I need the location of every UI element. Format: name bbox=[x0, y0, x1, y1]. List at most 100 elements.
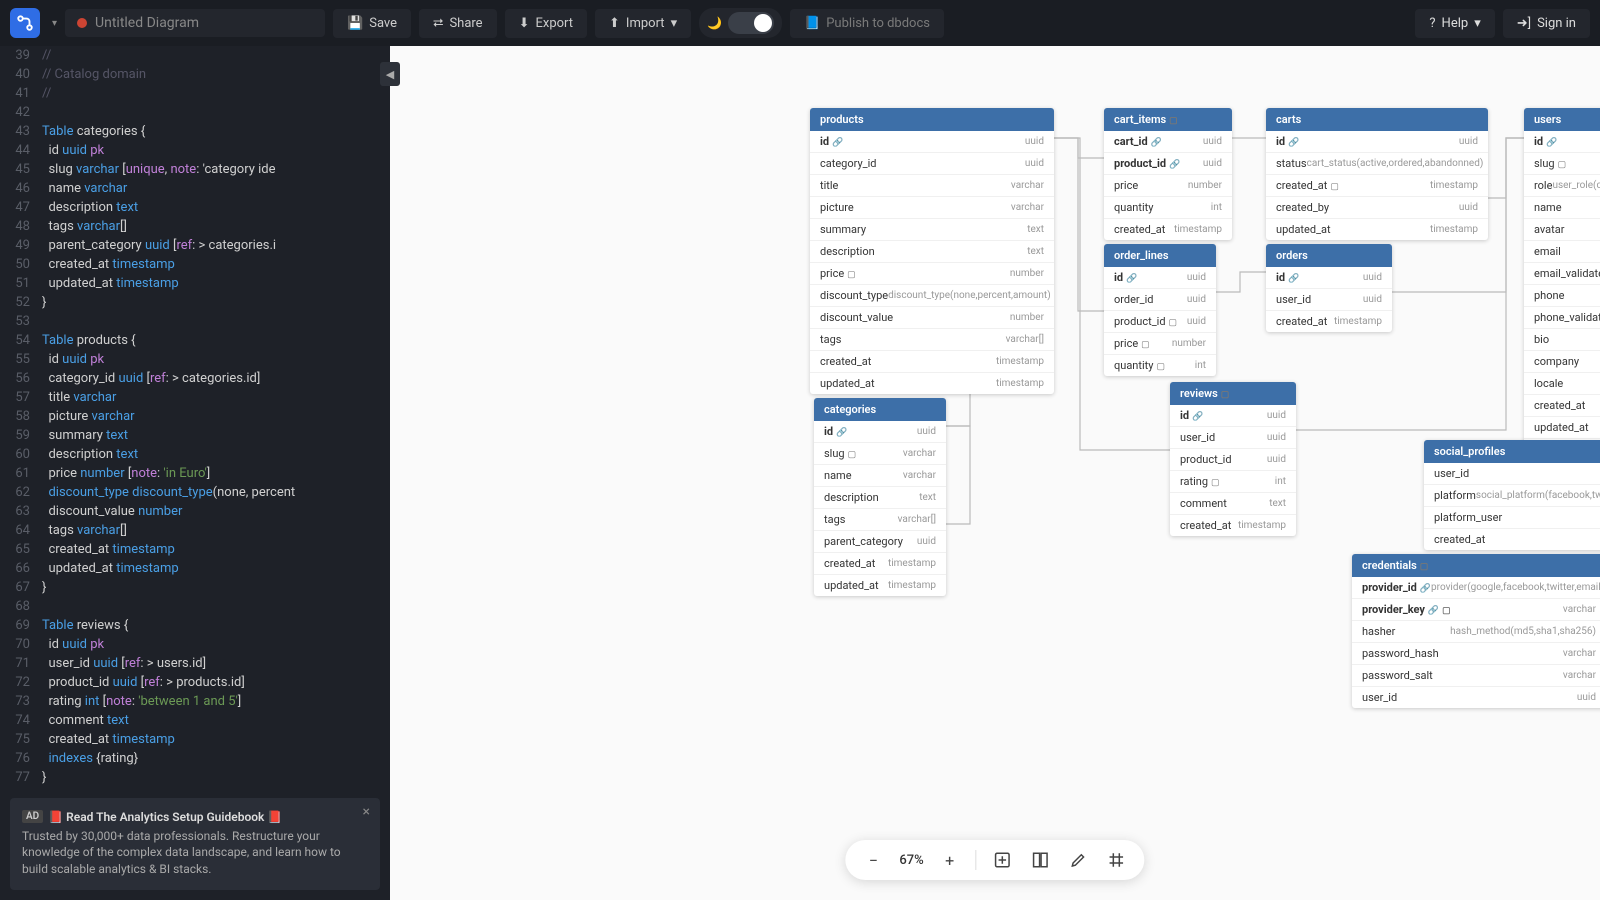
table-header[interactable]: credentials▢ bbox=[1352, 554, 1600, 577]
table-header[interactable]: reviews▢ bbox=[1170, 382, 1296, 405]
table-column[interactable]: discount_valuenumber bbox=[810, 307, 1054, 329]
table-column[interactable]: titlevarchar bbox=[810, 175, 1054, 197]
table-column[interactable]: product_id🔗uuid bbox=[1104, 153, 1232, 175]
layout-button[interactable] bbox=[1029, 848, 1053, 872]
code-line[interactable]: 71 user_id uuid [ref: > users.id] bbox=[0, 654, 390, 673]
table-header[interactable]: social_profiles bbox=[1424, 440, 1600, 463]
code-line[interactable]: 62 discount_type discount_type(none, per… bbox=[0, 483, 390, 502]
table-column[interactable]: id🔗uuid bbox=[1524, 131, 1600, 153]
table-header[interactable]: orders bbox=[1266, 244, 1392, 267]
table-categories[interactable]: categoriesid🔗uuidslug▢varcharnamevarchar… bbox=[814, 398, 946, 596]
table-column[interactable]: password_saltvarchar bbox=[1352, 665, 1600, 687]
table-orders[interactable]: ordersid🔗uuiduser_iduuidcreated_attimest… bbox=[1266, 244, 1392, 332]
code-editor[interactable]: 39//40// Catalog domain41//4243Table cat… bbox=[0, 46, 390, 900]
table-users[interactable]: usersid🔗uuidslug▢varcharNNroleuser_role(… bbox=[1524, 108, 1600, 460]
table-column[interactable]: created_attimestampNN bbox=[1524, 395, 1600, 417]
save-button[interactable]: 💾Save bbox=[333, 9, 411, 38]
diagram-canvas[interactable]: productsid🔗uuidcategory_iduuidtitlevarch… bbox=[390, 46, 1600, 900]
code-line[interactable]: 48 tags varchar[] bbox=[0, 217, 390, 236]
code-line[interactable]: 47 description text bbox=[0, 198, 390, 217]
table-column[interactable]: product_id▢uuid bbox=[1104, 311, 1216, 333]
table-column[interactable]: tagsvarchar[] bbox=[814, 509, 946, 531]
zoom-in-button[interactable]: + bbox=[938, 848, 962, 872]
table-column[interactable]: descriptiontext bbox=[810, 241, 1054, 263]
table-column[interactable]: descriptiontext bbox=[814, 487, 946, 509]
code-line[interactable]: 59 summary text bbox=[0, 426, 390, 445]
table-column[interactable]: id🔗uuid bbox=[814, 421, 946, 443]
code-line[interactable]: 53 bbox=[0, 312, 390, 331]
code-line[interactable]: 76 indexes {rating} bbox=[0, 749, 390, 768]
table-column[interactable]: emailvarcharNN bbox=[1524, 241, 1600, 263]
code-line[interactable]: 74 comment text bbox=[0, 711, 390, 730]
table-header[interactable]: carts bbox=[1266, 108, 1488, 131]
table-column[interactable]: id🔗uuid bbox=[810, 131, 1054, 153]
code-line[interactable]: 69Table reviews { bbox=[0, 616, 390, 635]
code-line[interactable]: 51 updated_at timestamp bbox=[0, 274, 390, 293]
table-column[interactable]: slug▢varcharNN bbox=[1524, 153, 1600, 175]
code-line[interactable]: 52} bbox=[0, 293, 390, 312]
table-column[interactable]: order_iduuid bbox=[1104, 289, 1216, 311]
table-column[interactable]: namevarchar bbox=[814, 465, 946, 487]
help-button[interactable]: ?Help▾ bbox=[1415, 9, 1494, 38]
code-line[interactable]: 44 id uuid pk bbox=[0, 141, 390, 160]
code-line[interactable]: 66 updated_at timestamp bbox=[0, 559, 390, 578]
ad-title[interactable]: 📕 Read The Analytics Setup Guidebook 📕 bbox=[48, 810, 282, 824]
table-social_profiles[interactable]: social_profilesuser_iduuidplatformsocial… bbox=[1424, 440, 1600, 550]
table-column[interactable]: user_iduuid bbox=[1170, 427, 1296, 449]
code-line[interactable]: 49 parent_category uuid [ref: > categori… bbox=[0, 236, 390, 255]
theme-toggle[interactable] bbox=[728, 12, 774, 34]
code-line[interactable]: 57 title varchar bbox=[0, 388, 390, 407]
table-column[interactable]: created_attimestamp bbox=[1424, 529, 1600, 550]
code-line[interactable]: 61 price number [note: 'in Euro'] bbox=[0, 464, 390, 483]
table-column[interactable]: created_at▢timestamp bbox=[1266, 175, 1488, 197]
highlight-button[interactable] bbox=[1067, 848, 1091, 872]
code-line[interactable]: 68 bbox=[0, 597, 390, 616]
collapse-editor-button[interactable]: ◀ bbox=[380, 62, 400, 86]
table-column[interactable]: id🔗uuid bbox=[1104, 267, 1216, 289]
table-column[interactable]: companyvarchar bbox=[1524, 351, 1600, 373]
table-column[interactable]: user_iduuid bbox=[1266, 289, 1392, 311]
table-column[interactable]: localelocale(en,fr)NN bbox=[1524, 373, 1600, 395]
table-column[interactable]: phone_validatedtimestamp bbox=[1524, 307, 1600, 329]
table-column[interactable]: hasherhash_method(md5,sha1,sha256) bbox=[1352, 621, 1600, 643]
table-column[interactable]: quantityint bbox=[1104, 197, 1232, 219]
close-ad-button[interactable]: × bbox=[363, 804, 370, 820]
code-line[interactable]: 54Table products { bbox=[0, 331, 390, 350]
diagram-title-input[interactable]: Untitled Diagram bbox=[65, 9, 325, 37]
table-column[interactable]: created_attimestamp bbox=[810, 351, 1054, 373]
code-line[interactable]: 50 created_at timestamp bbox=[0, 255, 390, 274]
table-column[interactable]: phonevarcharNN bbox=[1524, 285, 1600, 307]
table-column[interactable]: created_attimestamp bbox=[1266, 311, 1392, 332]
export-button[interactable]: ⬇Export bbox=[505, 9, 587, 38]
table-column[interactable]: cart_id🔗uuid bbox=[1104, 131, 1232, 153]
table-column[interactable]: password_hashvarchar bbox=[1352, 643, 1600, 665]
chevron-down-icon[interactable]: ▾ bbox=[52, 18, 57, 29]
table-column[interactable]: email_validatedtimestamp bbox=[1524, 263, 1600, 285]
table-column[interactable]: pricenumber bbox=[1104, 175, 1232, 197]
table-column[interactable]: rating▢int bbox=[1170, 471, 1296, 493]
table-credentials[interactable]: credentials▢provider_id🔗provider(google,… bbox=[1352, 554, 1600, 708]
table-column[interactable]: slug▢varchar bbox=[814, 443, 946, 465]
fit-button[interactable] bbox=[991, 848, 1015, 872]
table-column[interactable]: picturevarchar bbox=[810, 197, 1054, 219]
table-column[interactable]: category_iduuid bbox=[810, 153, 1054, 175]
table-column[interactable]: price▢number bbox=[1104, 333, 1216, 355]
table-column[interactable]: id🔗uuid bbox=[1170, 405, 1296, 427]
table-column[interactable]: namevarcharNN bbox=[1524, 197, 1600, 219]
code-line[interactable]: 65 created_at timestamp bbox=[0, 540, 390, 559]
code-line[interactable]: 39// bbox=[0, 46, 390, 65]
code-line[interactable]: 46 name varchar bbox=[0, 179, 390, 198]
table-column[interactable]: created_byuuid bbox=[1266, 197, 1488, 219]
table-column[interactable]: parent_categoryuuid bbox=[814, 531, 946, 553]
code-line[interactable]: 41// bbox=[0, 84, 390, 103]
table-column[interactable]: updated_attimestamp bbox=[814, 575, 946, 596]
table-column[interactable]: quantity▢int bbox=[1104, 355, 1216, 376]
table-column[interactable]: roleuser_role(customer,staff,admin)NN bbox=[1524, 175, 1600, 197]
code-line[interactable]: 63 discount_value number bbox=[0, 502, 390, 521]
code-line[interactable]: 56 category_id uuid [ref: > categories.i… bbox=[0, 369, 390, 388]
table-column[interactable]: id🔗uuid bbox=[1266, 267, 1392, 289]
table-header[interactable]: users bbox=[1524, 108, 1600, 131]
table-column[interactable]: tagsvarchar[] bbox=[810, 329, 1054, 351]
table-header[interactable]: categories bbox=[814, 398, 946, 421]
table-column[interactable]: updated_attimestamp bbox=[810, 373, 1054, 394]
